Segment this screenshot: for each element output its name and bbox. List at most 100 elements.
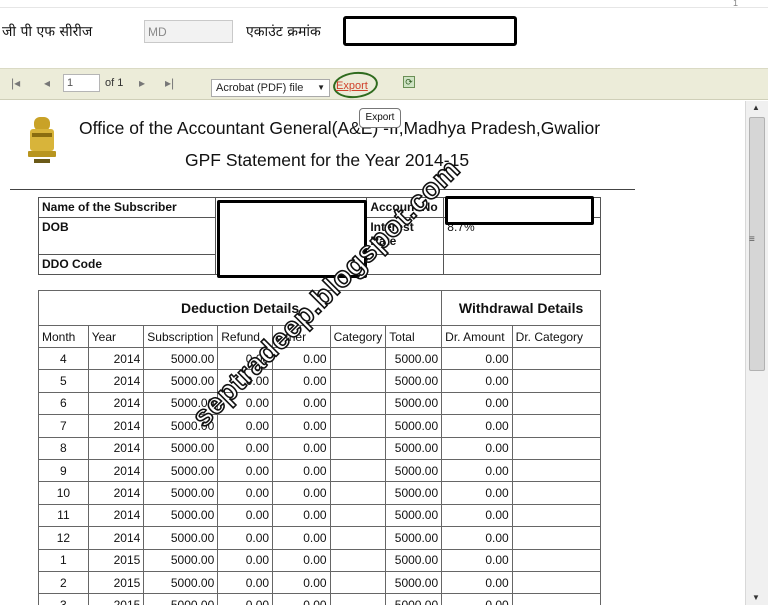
column-header: Refund	[217, 325, 274, 348]
table-cell: 5000.00	[143, 436, 219, 460]
table-cell	[329, 503, 387, 528]
account-number-input[interactable]	[343, 16, 517, 46]
table-cell	[511, 548, 602, 572]
table-row: 8 2014 5000.00 0.00 0.00 5000.00 0.00	[38, 436, 602, 460]
table-cell: 8	[38, 436, 89, 460]
withdrawal-header: Withdrawal Details	[441, 290, 601, 326]
table-cell: 11	[38, 503, 89, 528]
column-header: Subscription	[143, 325, 219, 348]
table-row: 3 2015 5000.00 0.00 0.00 5000.00 0.00	[38, 593, 602, 605]
table-cell: 5000.00	[385, 369, 443, 393]
column-header: Other	[272, 325, 331, 348]
name-redaction	[217, 200, 367, 278]
table-cell	[511, 481, 602, 505]
table-cell: 0.00	[217, 346, 274, 371]
table-row: 1 2015 5000.00 0.00 0.00 5000.00 0.00	[38, 548, 602, 572]
table-cell: 5000.00	[385, 503, 443, 528]
export-format-value: Acrobat (PDF) file	[216, 82, 304, 94]
table-cell	[511, 503, 602, 528]
previous-page-icon[interactable]: ◂	[44, 76, 50, 90]
table-cell: 0.00	[272, 414, 331, 438]
chevron-down-icon: ▼	[317, 83, 325, 92]
table-cell: 2015	[87, 593, 145, 605]
table-cell: 10	[38, 481, 89, 505]
table-cell: 0.00	[441, 414, 513, 438]
table-cell	[511, 369, 602, 393]
table-cell: 0.00	[272, 503, 331, 528]
table-cell: 5000.00	[143, 526, 219, 550]
last-page-icon[interactable]: ▸|	[165, 76, 174, 90]
table-cell: 5000.00	[385, 526, 443, 550]
table-cell	[329, 391, 387, 416]
table-cell: 0.00	[272, 391, 331, 416]
export-tooltip: Export	[359, 108, 401, 128]
export-format-select[interactable]: Acrobat (PDF) file ▼	[211, 79, 330, 97]
table-cell: 2014	[87, 369, 145, 393]
table-cell: 0.00	[217, 458, 274, 483]
column-header: Category	[329, 325, 387, 348]
table-cell	[329, 481, 387, 505]
table-cell: 5000.00	[143, 548, 219, 572]
export-link[interactable]: Export	[336, 80, 368, 92]
table-cell: 0.00	[272, 436, 331, 460]
next-page-icon[interactable]: ▸	[139, 76, 145, 90]
refresh-icon[interactable]: ⟳	[403, 76, 415, 88]
office-title: Office of the Accountant General(A&E) -I…	[79, 118, 601, 138]
report-content: Office of the Accountant General(A&E) -I…	[8, 101, 745, 605]
table-cell: 5000.00	[143, 503, 219, 528]
table-cell: 2015	[87, 570, 145, 595]
table-row: 2 2015 5000.00 0.00 0.00 5000.00 0.00	[38, 570, 602, 595]
gpf-series-input[interactable]: MD	[144, 20, 233, 43]
scroll-up-icon[interactable]: ▲	[752, 103, 760, 112]
table-cell: 0.00	[441, 570, 513, 595]
table-cell	[329, 414, 387, 438]
column-header: Total	[385, 325, 443, 348]
table-cell: 5000.00	[385, 481, 443, 505]
table-cell	[329, 346, 387, 371]
table-cell: 0.00	[217, 369, 274, 393]
table-cell: 0.00	[217, 436, 274, 460]
ddo-spacer-2	[443, 254, 601, 275]
gpf-series-label: जी पी एफ सीरीज	[2, 24, 93, 40]
ddo-code-label: DDO Code	[38, 254, 216, 275]
table-cell: 5000.00	[143, 414, 219, 438]
emblem-icon	[28, 117, 56, 163]
table-cell	[329, 548, 387, 572]
deduction-header: Deduction Details	[37, 290, 443, 326]
interest-rate-label: Interest Rate	[366, 217, 445, 255]
first-page-icon[interactable]: |◂	[11, 76, 20, 90]
table-cell: 0.00	[272, 526, 331, 550]
table-cell: 9	[38, 458, 89, 483]
table-cell	[511, 436, 602, 460]
table-cell: 5000.00	[143, 570, 219, 595]
table-cell: 0.00	[441, 593, 513, 605]
dob-label: DOB	[38, 217, 216, 255]
account-no-label: Account No	[366, 197, 445, 218]
page-number-input[interactable]: 1	[63, 74, 100, 92]
vertical-scrollbar[interactable]: ▲ ≡ ▼	[745, 101, 768, 605]
table-cell: 0.00	[441, 346, 513, 371]
column-header: Year	[87, 325, 145, 348]
table-cell: 0.00	[441, 369, 513, 393]
table-cell: 7	[38, 414, 89, 438]
table-row: 12 2014 5000.00 0.00 0.00 5000.00 0.00	[38, 526, 602, 550]
table-cell: 0.00	[441, 526, 513, 550]
table-row: 4 2014 5000.00 0.00 0.00 5000.00 0.00	[38, 346, 602, 371]
table-cell: 5000.00	[143, 481, 219, 505]
table-cell	[511, 593, 602, 605]
table-cell: 5000.00	[143, 458, 219, 483]
table-cell: 0.00	[217, 593, 274, 605]
table-cell: 0.00	[272, 458, 331, 483]
table-cell	[511, 526, 602, 550]
table-cell: 2014	[87, 391, 145, 416]
table-cell: 5000.00	[143, 369, 219, 393]
title-divider	[10, 189, 635, 190]
table-cell: 5000.00	[385, 593, 443, 605]
table-cell: 5000.00	[385, 458, 443, 483]
page-count-label: of 1	[105, 77, 124, 89]
table-cell	[511, 570, 602, 595]
name-label: Name of the Subscriber	[38, 197, 216, 218]
table-cell: 0.00	[272, 548, 331, 572]
scroll-down-icon[interactable]: ▼	[752, 593, 760, 602]
table-cell: 2014	[87, 526, 145, 550]
